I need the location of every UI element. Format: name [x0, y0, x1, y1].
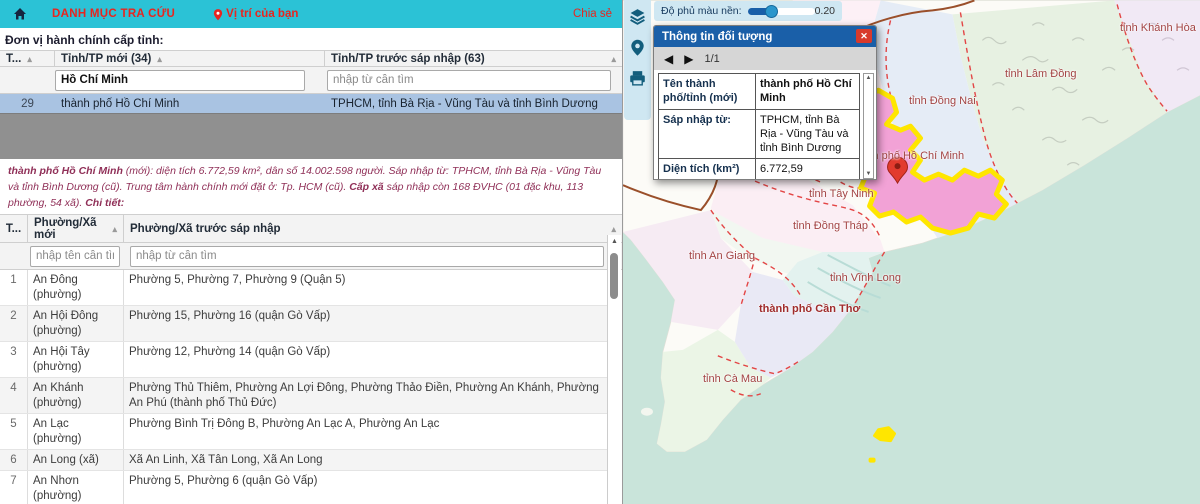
province-row-selected[interactable]: 29 thành phố Hồ Chí Minh TPHCM, tỉnh Bà … — [0, 94, 622, 113]
scroll-up-icon[interactable]: ▲ — [864, 75, 873, 81]
slider-handle[interactable] — [765, 5, 778, 18]
layers-button[interactable] — [627, 5, 649, 27]
opacity-control: Độ phủ màu nền: 0.20 — [654, 1, 842, 21]
my-location-button[interactable] — [627, 36, 649, 58]
province-filter-row — [0, 67, 622, 94]
nav-item-danh-muc-tra-cuu[interactable]: DANH MỤC TRA CỨU — [52, 8, 175, 20]
opacity-value: 0.20 — [815, 5, 835, 17]
feature-info-popup: Thông tin đối tượng ✕ ◀ ▶ 1/1 Tên thành … — [653, 25, 877, 180]
sort-arrow-icon: ▴ — [112, 224, 117, 235]
print-button[interactable] — [627, 67, 649, 89]
table-row[interactable]: 7An Nhơn (phường)Phường 5, Phường 6 (quậ… — [0, 471, 608, 504]
lookup-panel: DANH MỤC TRA CỨU Vị trí của bạn Chia sẻ … — [0, 0, 623, 504]
province-new-filter-input[interactable] — [55, 70, 305, 91]
ward-new-filter-input[interactable] — [30, 246, 120, 267]
empty-table-area — [0, 113, 622, 159]
popup-header[interactable]: Thông tin đối tượng ✕ — [654, 26, 876, 47]
opacity-label: Độ phủ màu nền: — [661, 5, 742, 17]
scroll-down-icon[interactable]: ▼ — [864, 171, 873, 177]
prev-arrow-icon[interactable]: ◀ — [664, 52, 673, 66]
app-root: DANH MỤC TRA CỨU Vị trí của bạn Chia sẻ … — [0, 0, 1200, 504]
column-header-ward-id[interactable]: T... — [0, 215, 28, 242]
share-button[interactable]: Chia sẻ — [573, 8, 612, 20]
printer-icon — [628, 69, 647, 87]
ward-table-header: T... Phường/Xã mới▴ Phường/Xã trước sáp … — [0, 214, 622, 243]
column-header-old-ward[interactable]: Phường/Xã trước sáp nhập▴ — [124, 215, 622, 242]
column-header-new-province[interactable]: Tỉnh/TP mới (34)▴ — [55, 51, 325, 66]
nav-item-your-location[interactable]: Vị trí của bạn — [213, 8, 298, 21]
table-row[interactable]: 6An Long (xã)Xã An Linh, Xã Tân Long, Xã… — [0, 450, 608, 471]
opacity-slider[interactable] — [748, 8, 815, 15]
map-panel[interactable]: tỉnh Khánh Hòatỉnh Lâm Đồngtỉnh Đồng Nai… — [623, 0, 1200, 504]
popup-body: Tên thành phố/tỉnh (mới)thành phố Hồ Chí… — [654, 70, 876, 179]
scrollbar-thumb[interactable] — [610, 253, 618, 299]
ward-old-filter-input[interactable] — [130, 246, 604, 267]
layers-icon — [628, 7, 647, 26]
top-navbar: DANH MỤC TRA CỨU Vị trí của bạn Chia sẻ — [0, 0, 622, 28]
page-indicator: 1/1 — [704, 53, 719, 65]
popup-row: Sáp nhập từ:TPHCM, tỉnh Bà Rịa - Vũng Tà… — [659, 110, 859, 160]
popup-row: Diện tích (km²)6.772,59 — [659, 159, 859, 179]
location-pin-icon — [629, 38, 646, 57]
sort-arrow-icon: ▴ — [611, 224, 616, 235]
column-header-old-province[interactable]: Tỉnh/TP trước sáp nhập (63)▴ — [325, 51, 622, 66]
sort-arrow-icon: ▴ — [27, 54, 32, 65]
scroll-up-icon[interactable]: ▲ — [608, 235, 621, 248]
popup-table: Tên thành phố/tỉnh (mới)thành phố Hồ Chí… — [658, 73, 860, 179]
table-row[interactable]: 2An Hội Đông (phường)Phường 15, Phường 1… — [0, 306, 608, 342]
column-header-new-ward[interactable]: Phường/Xã mới▴ — [28, 215, 124, 242]
ward-table-body: 1An Đông (phường)Phường 5, Phường 7, Phư… — [0, 270, 608, 504]
table-row[interactable]: 4An Khánh (phường)Phường Thủ Thiêm, Phườ… — [0, 378, 608, 414]
popup-row: Tên thành phố/tỉnh (mới)thành phố Hồ Chí… — [659, 74, 859, 110]
next-arrow-icon[interactable]: ▶ — [684, 52, 693, 66]
location-pin-icon — [213, 8, 223, 21]
home-icon — [12, 6, 28, 22]
islet — [641, 408, 653, 416]
popup-title: Thông tin đối tượng — [662, 31, 772, 43]
close-button[interactable]: ✕ — [856, 29, 872, 43]
table-row[interactable]: 3An Hội Tây (phường)Phường 12, Phường 14… — [0, 342, 608, 378]
province-section-title: Đơn vị hành chính cấp tỉnh: — [0, 28, 622, 50]
province-table-header: T...▴ Tỉnh/TP mới (34)▴ Tỉnh/TP trước sá… — [0, 50, 622, 67]
close-icon: ✕ — [860, 31, 868, 41]
summary-text: thành phố Hồ Chí Minh (mới): diện tích 6… — [0, 159, 622, 214]
popup-scrollbar[interactable]: ▲ ▼ — [863, 73, 874, 179]
province-old-filter-input[interactable] — [327, 70, 611, 91]
sort-arrow-icon: ▴ — [611, 54, 616, 65]
map-toolbar — [624, 0, 651, 120]
sort-arrow-icon: ▴ — [157, 54, 162, 65]
column-header-id[interactable]: T...▴ — [0, 51, 55, 66]
home-button[interactable] — [12, 6, 28, 22]
island-con-dao-highlight[interactable] — [875, 428, 895, 441]
ward-filter-row — [0, 243, 622, 270]
ward-table-scrollbar[interactable]: ▲ — [607, 235, 621, 504]
table-row[interactable]: 5An Lạc (phường)Phường Bình Trị Đông B, … — [0, 414, 608, 450]
popup-pagination: ◀ ▶ 1/1 — [654, 47, 876, 70]
table-row[interactable]: 1An Đông (phường)Phường 5, Phường 7, Phư… — [0, 270, 608, 306]
island-small-highlight[interactable] — [869, 458, 876, 463]
